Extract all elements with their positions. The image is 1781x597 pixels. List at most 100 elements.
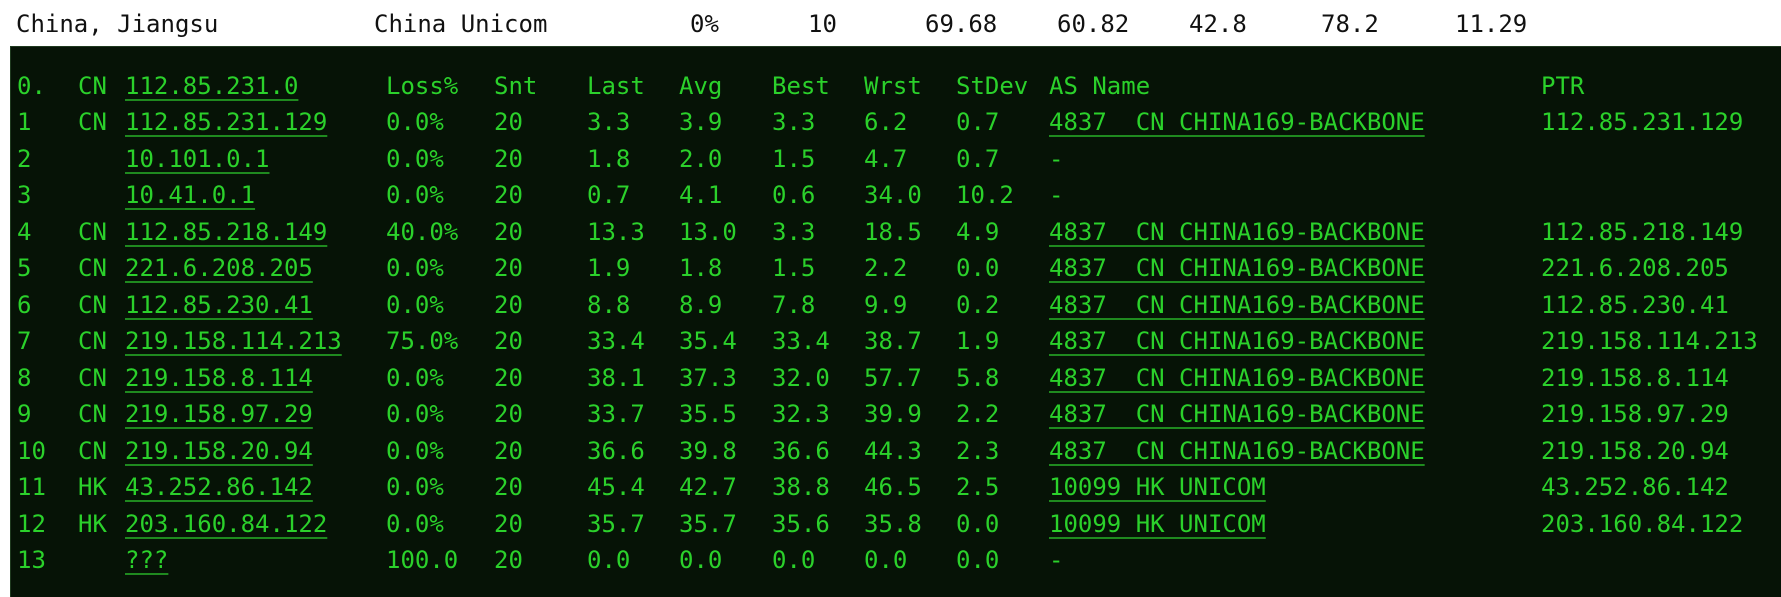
header-as-name: AS Name: [1049, 72, 1151, 100]
hop-snt: 20: [494, 254, 523, 282]
hop-loss: 0.0%: [386, 290, 444, 319]
hop-number: 13: [17, 546, 46, 574]
hop-last: 38.1: [587, 363, 645, 392]
hop-best: 1.5: [772, 144, 816, 173]
hop-as-link[interactable]: 4837 CN CHINA169-BACKBONE: [1049, 433, 1425, 469]
hop-country: CN: [78, 108, 107, 136]
hop-as-link[interactable]: 10099 HK UNICOM: [1049, 469, 1266, 505]
hop-host-link[interactable]: 221.6.208.205: [125, 250, 313, 286]
hop-last: 13.3: [587, 217, 645, 246]
hop-avg: 0.0: [679, 546, 723, 574]
hop-host-link[interactable]: 219.158.97.29: [125, 396, 313, 432]
hop-ptr: 203.160.84.122: [1541, 509, 1744, 538]
hop-loss: 0.0%: [386, 473, 444, 501]
hop-loss: 0.0%: [386, 363, 444, 392]
hop-stdev: 5.8: [956, 363, 1000, 392]
hop-wrst: 34.0: [864, 181, 922, 209]
hop-wrst: 57.7: [864, 363, 922, 392]
hop-wrst: 0.0: [864, 546, 908, 574]
hop-ptr: 219.158.8.114: [1541, 363, 1729, 392]
hop-loss: 0.0%: [386, 509, 444, 538]
hop-snt: 20: [494, 327, 523, 355]
table-row: 8 CN 219.158.8.114 0.0% 20 38.1 37.3 32.0 57.7 5.…: [11, 360, 1781, 396]
hop-host-link[interactable]: 43.252.86.142: [125, 469, 313, 505]
hop-last: 45.4: [587, 473, 645, 501]
hop-as-link[interactable]: 4837 CN CHINA169-BACKBONE: [1049, 360, 1425, 396]
hop-wrst: 46.5: [864, 473, 922, 501]
hop-host-link[interactable]: 219.158.114.213: [125, 323, 342, 359]
hop-country: CN: [78, 217, 107, 246]
hop-as-link: -: [1049, 181, 1064, 209]
hop-host-link[interactable]: 112.85.218.149: [125, 214, 327, 250]
summary-row: China, Jiangsu China Unicom 0% 10 69.68 …: [0, 0, 1781, 46]
hop-host-link[interactable]: 219.158.20.94: [125, 433, 313, 469]
hop-best: 32.3: [772, 400, 830, 428]
hop-last: 33.4: [587, 327, 645, 355]
table-row: 3 10.41.0.1 0.0% 20 0.7 4.1 0.6 34.0 10.2 -: [11, 177, 1781, 213]
hop-host-link[interactable]: ???: [125, 542, 168, 578]
hop-wrst: 9.9: [864, 290, 908, 319]
hop-snt: 20: [494, 108, 523, 136]
table-row: 13??? 100.0 20 0.0 0.0 0.0 0.0 0.0 -: [11, 542, 1781, 578]
header-host-link[interactable]: 112.85.231.0: [125, 68, 298, 104]
hop-as-link[interactable]: 10099 HK UNICOM: [1049, 506, 1266, 542]
hop-host-link[interactable]: 10.101.0.1: [125, 141, 270, 177]
table-row: 6 CN 112.85.230.41 0.0% 20 8.8 8.9 7.8 9.9 0.2 483…: [11, 287, 1781, 323]
hop-loss: 75.0%: [386, 327, 459, 355]
hop-last: 35.7: [587, 509, 645, 538]
hop-avg: 35.4: [679, 327, 737, 355]
header-num: 0.: [17, 72, 46, 100]
table-row: 10 CN 219.158.20.94 0.0% 20 36.6 39.8 36.6 44.3 2…: [11, 433, 1781, 469]
hop-wrst: 44.3: [864, 436, 922, 465]
hop-country: CN: [78, 327, 107, 355]
hop-last: 1.8: [587, 144, 631, 173]
hop-as-link[interactable]: 4837 CN CHINA169-BACKBONE: [1049, 250, 1425, 286]
hop-best: 36.6: [772, 436, 830, 465]
hop-loss: 40.0%: [386, 217, 459, 246]
hop-loss: 0.0%: [386, 436, 444, 465]
hop-number: 7: [17, 327, 32, 355]
hop-stdev: 0.7: [956, 144, 1000, 173]
header-ptr: PTR: [1541, 72, 1585, 100]
table-row: 4 CN 112.85.218.149 40.0% 20 13.3 13.0 3.3 18.5 4…: [11, 214, 1781, 250]
header-wrst: Wrst: [864, 72, 922, 100]
hop-ptr: 221.6.208.205: [1541, 254, 1729, 282]
hop-host-link[interactable]: 112.85.230.41: [125, 287, 313, 323]
hop-stdev: 0.7: [956, 108, 1000, 136]
hop-avg: 1.8: [679, 254, 723, 282]
hop-wrst: 39.9: [864, 400, 922, 428]
hop-stdev: 10.2: [956, 181, 1014, 209]
hop-country: CN: [78, 254, 107, 282]
hop-stdev: 2.5: [956, 473, 1000, 501]
hop-as-link[interactable]: 4837 CN CHINA169-BACKBONE: [1049, 323, 1425, 359]
hop-host-link[interactable]: 10.41.0.1: [125, 177, 255, 213]
hop-number: 6: [17, 290, 32, 319]
hop-avg: 2.0: [679, 144, 723, 173]
hop-last: 36.6: [587, 436, 645, 465]
table-row: 11 HK 43.252.86.142 0.0% 20 45.4 42.7 38.8 46.5 2…: [11, 469, 1781, 505]
hop-as-link[interactable]: 4837 CN CHINA169-BACKBONE: [1049, 214, 1425, 250]
hop-country: CN: [78, 400, 107, 428]
hop-as-link[interactable]: 4837 CN CHINA169-BACKBONE: [1049, 396, 1425, 432]
summary-stdev: 11.29: [1455, 10, 1528, 38]
hop-as-link[interactable]: 4837 CN CHINA169-BACKBONE: [1049, 287, 1425, 323]
hop-host-link[interactable]: 112.85.231.129: [125, 104, 327, 140]
hop-avg: 35.5: [679, 400, 737, 428]
hop-stdev: 2.2: [956, 400, 1000, 428]
hop-avg: 8.9: [679, 290, 723, 319]
hop-best: 7.8: [772, 290, 816, 319]
hop-loss: 0.0%: [386, 108, 444, 136]
hop-host-link[interactable]: 219.158.8.114: [125, 360, 313, 396]
hop-snt: 20: [494, 400, 523, 428]
hop-ptr: 219.158.97.29: [1541, 400, 1729, 428]
hop-snt: 20: [494, 290, 523, 319]
hop-avg: 4.1: [679, 181, 723, 209]
hop-wrst: 38.7: [864, 327, 922, 355]
hop-stdev: 0.0: [956, 509, 1000, 538]
table-row: 2 10.101.0.1 0.0% 20 1.8 2.0 1.5 4.7 0.7 -: [11, 141, 1781, 177]
hop-loss: 0.0%: [386, 181, 444, 209]
hop-loss: 0.0%: [386, 144, 444, 173]
hop-snt: 20: [494, 363, 523, 392]
hop-host-link[interactable]: 203.160.84.122: [125, 506, 327, 542]
hop-as-link[interactable]: 4837 CN CHINA169-BACKBONE: [1049, 104, 1425, 140]
